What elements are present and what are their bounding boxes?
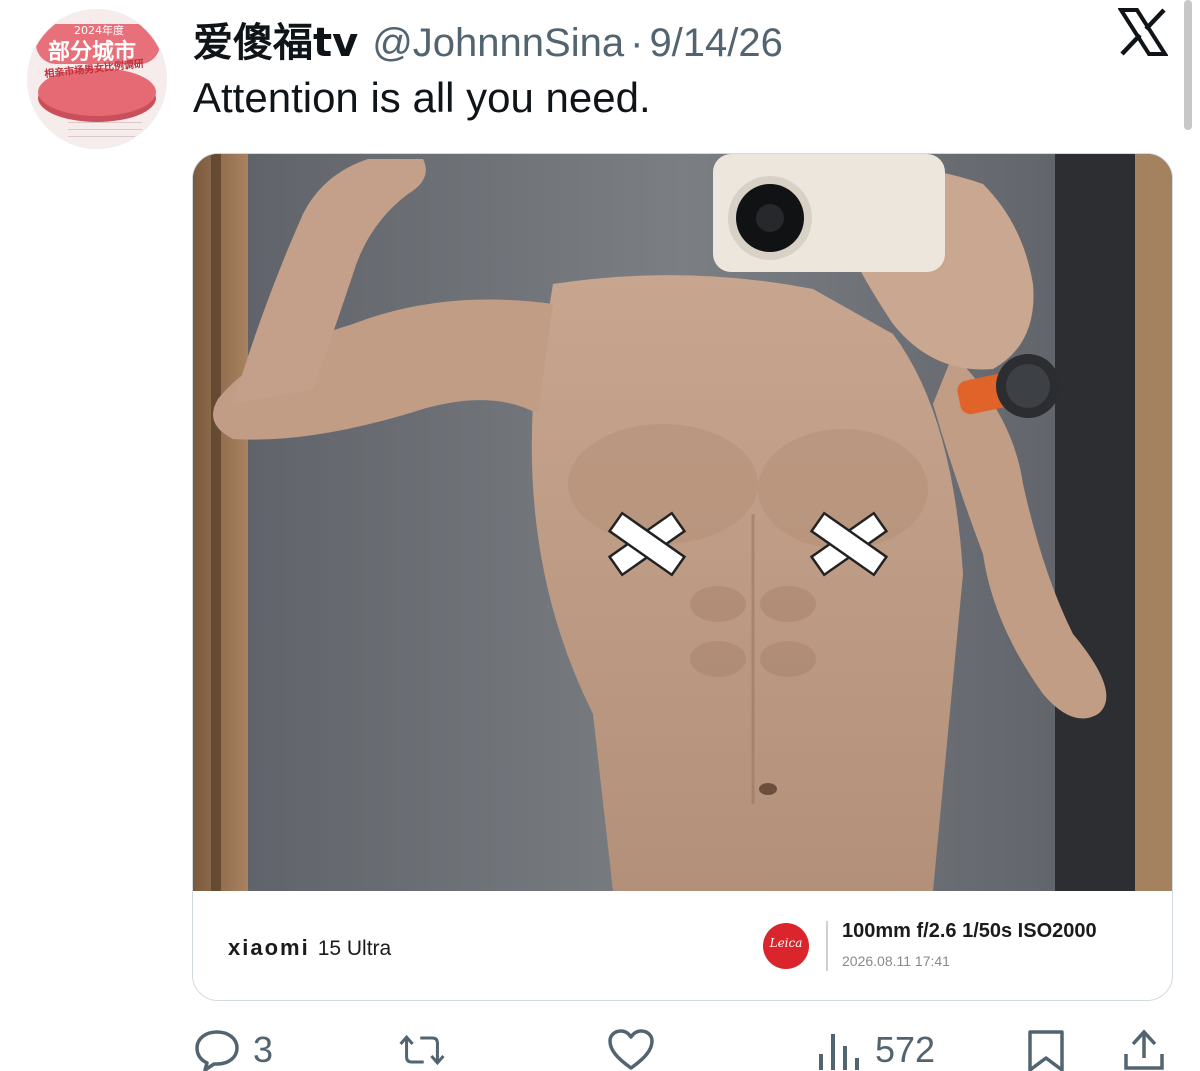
tweet-actions: 3 572 (0, 1020, 1200, 1071)
user-handle[interactable]: @JohnnnSina (372, 21, 624, 66)
camera-watermark-bar: xiaomi 15 Ultra Leica 100mm f/2.6 1/50s … (193, 891, 1172, 1000)
camera-specs: 100mm f/2.6 1/50s ISO2000 (842, 920, 1097, 942)
repost-button[interactable] (398, 1028, 458, 1071)
camera-model: 15 Ultra (317, 937, 392, 960)
separator-dot: · (630, 21, 644, 65)
like-button[interactable] (607, 1028, 667, 1071)
repost-icon (399, 1034, 445, 1066)
avatar-table (68, 122, 142, 143)
avatar[interactable]: 2024年度 部分城市 相亲市场男女比例调研 (27, 9, 167, 149)
bookmark-icon (1028, 1030, 1064, 1071)
views-button[interactable]: 572 (815, 1028, 935, 1071)
leica-logo-icon: Leica (763, 923, 809, 969)
photo-timestamp: 2026.08.11 17:41 (842, 953, 950, 969)
views-count: 572 (875, 1029, 936, 1070)
tweet-text: Attention is all you need. (193, 74, 651, 121)
reply-count: 3 (253, 1029, 274, 1070)
bookmark-button[interactable] (1022, 1028, 1070, 1071)
tweet-header: 爱傻福tv @JohnnnSina · 9/14/26 (193, 10, 783, 66)
reply-icon (195, 1030, 239, 1071)
watermark-divider (826, 921, 828, 971)
share-button[interactable] (1120, 1028, 1168, 1071)
camera-brand: xiaomi 15 Ultra (228, 935, 391, 961)
share-icon (1124, 1029, 1164, 1070)
camera-brand-name: xiaomi (228, 935, 310, 960)
tweet-date[interactable]: 9/14/26 (649, 21, 782, 66)
leica-logo-text: Leica (769, 936, 803, 950)
display-name[interactable]: 爱傻福tv (193, 10, 358, 68)
x-logo-icon (1118, 8, 1168, 56)
views-icon (819, 1034, 859, 1070)
tweet-media[interactable]: xiaomi 15 Ultra Leica 100mm f/2.6 1/50s … (192, 153, 1173, 1001)
heart-icon (608, 1029, 654, 1070)
reply-button[interactable]: 3 (193, 1028, 273, 1071)
scrollbar[interactable] (1184, 0, 1192, 130)
mirror-selfie-photo[interactable] (193, 154, 1172, 891)
